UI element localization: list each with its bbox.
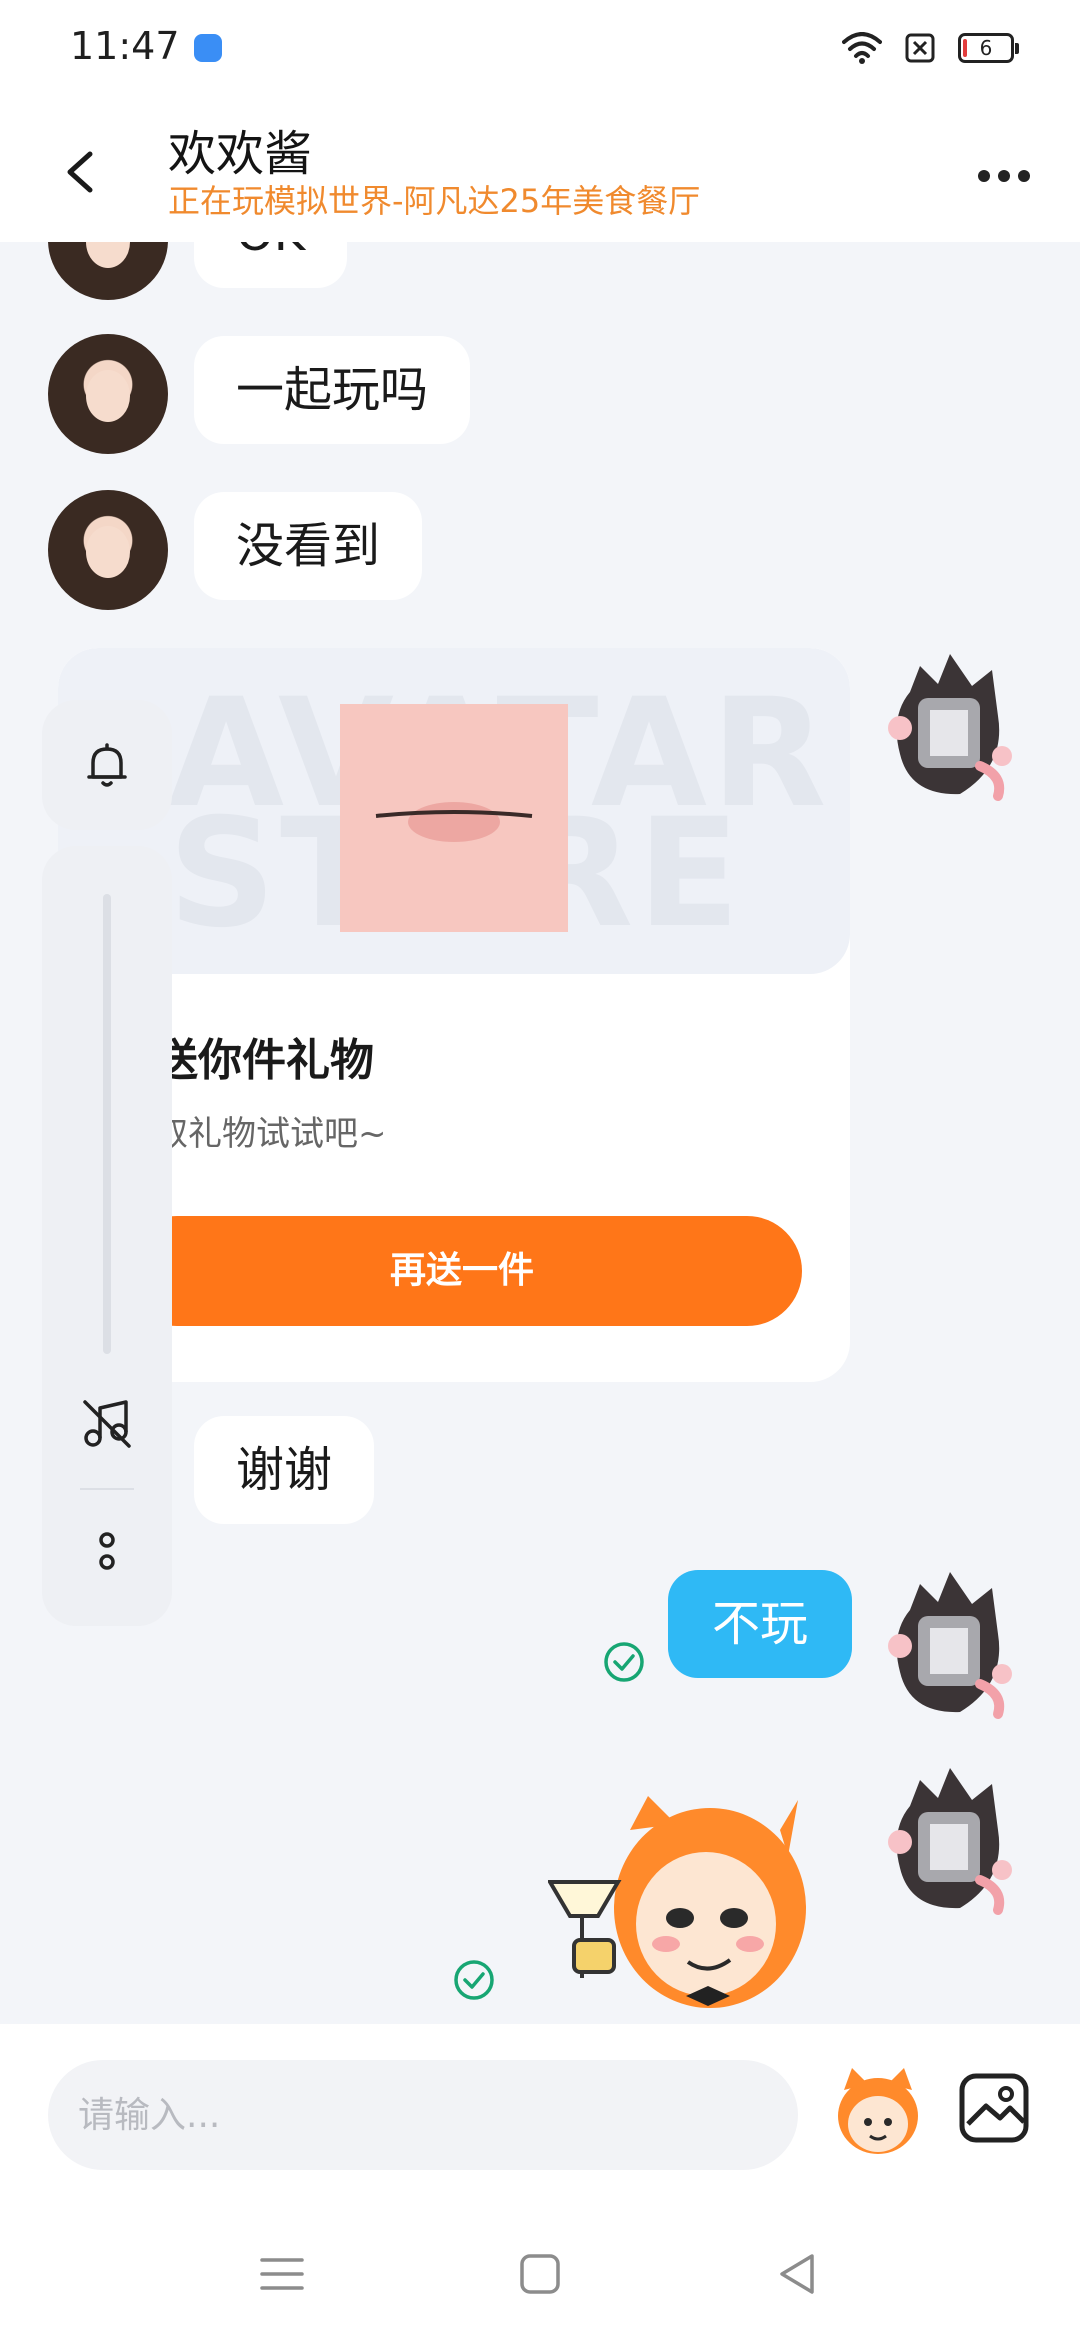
floating-side-panel xyxy=(42,846,172,1626)
status-bar: 11:47 6 xyxy=(0,0,1080,96)
back-button[interactable] xyxy=(44,132,124,212)
chat-header: 欢欢酱 正在玩模拟世界-阿凡达25年美食餐厅 xyxy=(0,96,1080,242)
more-dot xyxy=(1018,170,1030,182)
contact-activity-status[interactable]: 正在玩模拟世界-阿凡达25年美食餐厅 xyxy=(168,176,700,222)
sim-off-icon xyxy=(905,33,935,63)
contact-name: 欢欢酱 xyxy=(168,126,313,182)
my-avatar[interactable] xyxy=(880,1564,1020,1724)
emoji-mascot-icon[interactable] xyxy=(830,2064,926,2160)
menu-icon[interactable] xyxy=(252,2244,312,2304)
more-vertical-icon xyxy=(99,1532,115,1570)
contact-avatar[interactable] xyxy=(48,334,168,454)
more-options-button[interactable] xyxy=(964,136,1044,216)
status-icons: 6 xyxy=(842,28,1019,68)
incoming-message-bubble[interactable]: 一起玩吗 xyxy=(194,336,471,444)
wifi-icon xyxy=(842,32,882,64)
check-circle-icon xyxy=(604,1642,644,1682)
battery-icon: 6 xyxy=(958,33,1019,63)
message-input[interactable] xyxy=(48,2060,798,2170)
more-horizontal-icon xyxy=(978,170,990,182)
notification-button[interactable] xyxy=(42,700,172,830)
panel-slider-track[interactable] xyxy=(103,894,111,1354)
system-navigation-bar xyxy=(0,2204,1080,2340)
outgoing-message-bubble[interactable]: 不玩 xyxy=(668,1570,853,1678)
chevron-left-icon xyxy=(67,151,93,193)
status-time: 11:47 xyxy=(70,24,180,68)
gift-title: 送你件礼物 xyxy=(154,1035,374,1086)
panel-divider xyxy=(80,1488,134,1490)
gift-message-card[interactable]: AVATAR STORE 送你件礼物 取礼物试试吧~ 再送一件 xyxy=(58,648,850,1382)
lips-image xyxy=(375,802,533,842)
image-icon[interactable] xyxy=(954,2068,1034,2148)
contact-avatar[interactable] xyxy=(48,490,168,610)
gift-description: 取礼物试试吧~ xyxy=(154,1114,387,1154)
my-avatar[interactable] xyxy=(880,646,1020,806)
send-another-gift-button[interactable]: 再送一件 xyxy=(122,1216,802,1326)
incoming-message-bubble[interactable]: 没看到 xyxy=(194,492,423,600)
incoming-message-bubble[interactable]: OK xyxy=(194,242,348,288)
gift-banner: AVATAR STORE xyxy=(58,648,850,974)
chat-message-list[interactable]: OK 一起玩吗 没看到 AVATAR STORE 送你件礼物 取礼物试试吧~ 再… xyxy=(0,242,1080,2024)
check-circle-icon xyxy=(454,1960,494,2000)
gift-item-image xyxy=(340,704,568,932)
back-triangle-icon[interactable] xyxy=(768,2244,828,2304)
app-notification-icon xyxy=(194,34,222,62)
bell-icon xyxy=(87,743,127,787)
contact-avatar[interactable] xyxy=(48,242,168,300)
home-square-icon[interactable] xyxy=(510,2244,570,2304)
music-off-icon xyxy=(83,1400,131,1448)
music-toggle-button[interactable] xyxy=(77,1394,137,1454)
panel-more-button[interactable] xyxy=(87,1522,127,1582)
mascot-sticker-message[interactable] xyxy=(548,1790,816,2024)
more-dot xyxy=(998,170,1010,182)
my-avatar[interactable] xyxy=(880,1760,1020,1920)
incoming-message-bubble[interactable]: 谢谢 xyxy=(194,1416,375,1524)
message-input-bar xyxy=(0,2024,1080,2204)
